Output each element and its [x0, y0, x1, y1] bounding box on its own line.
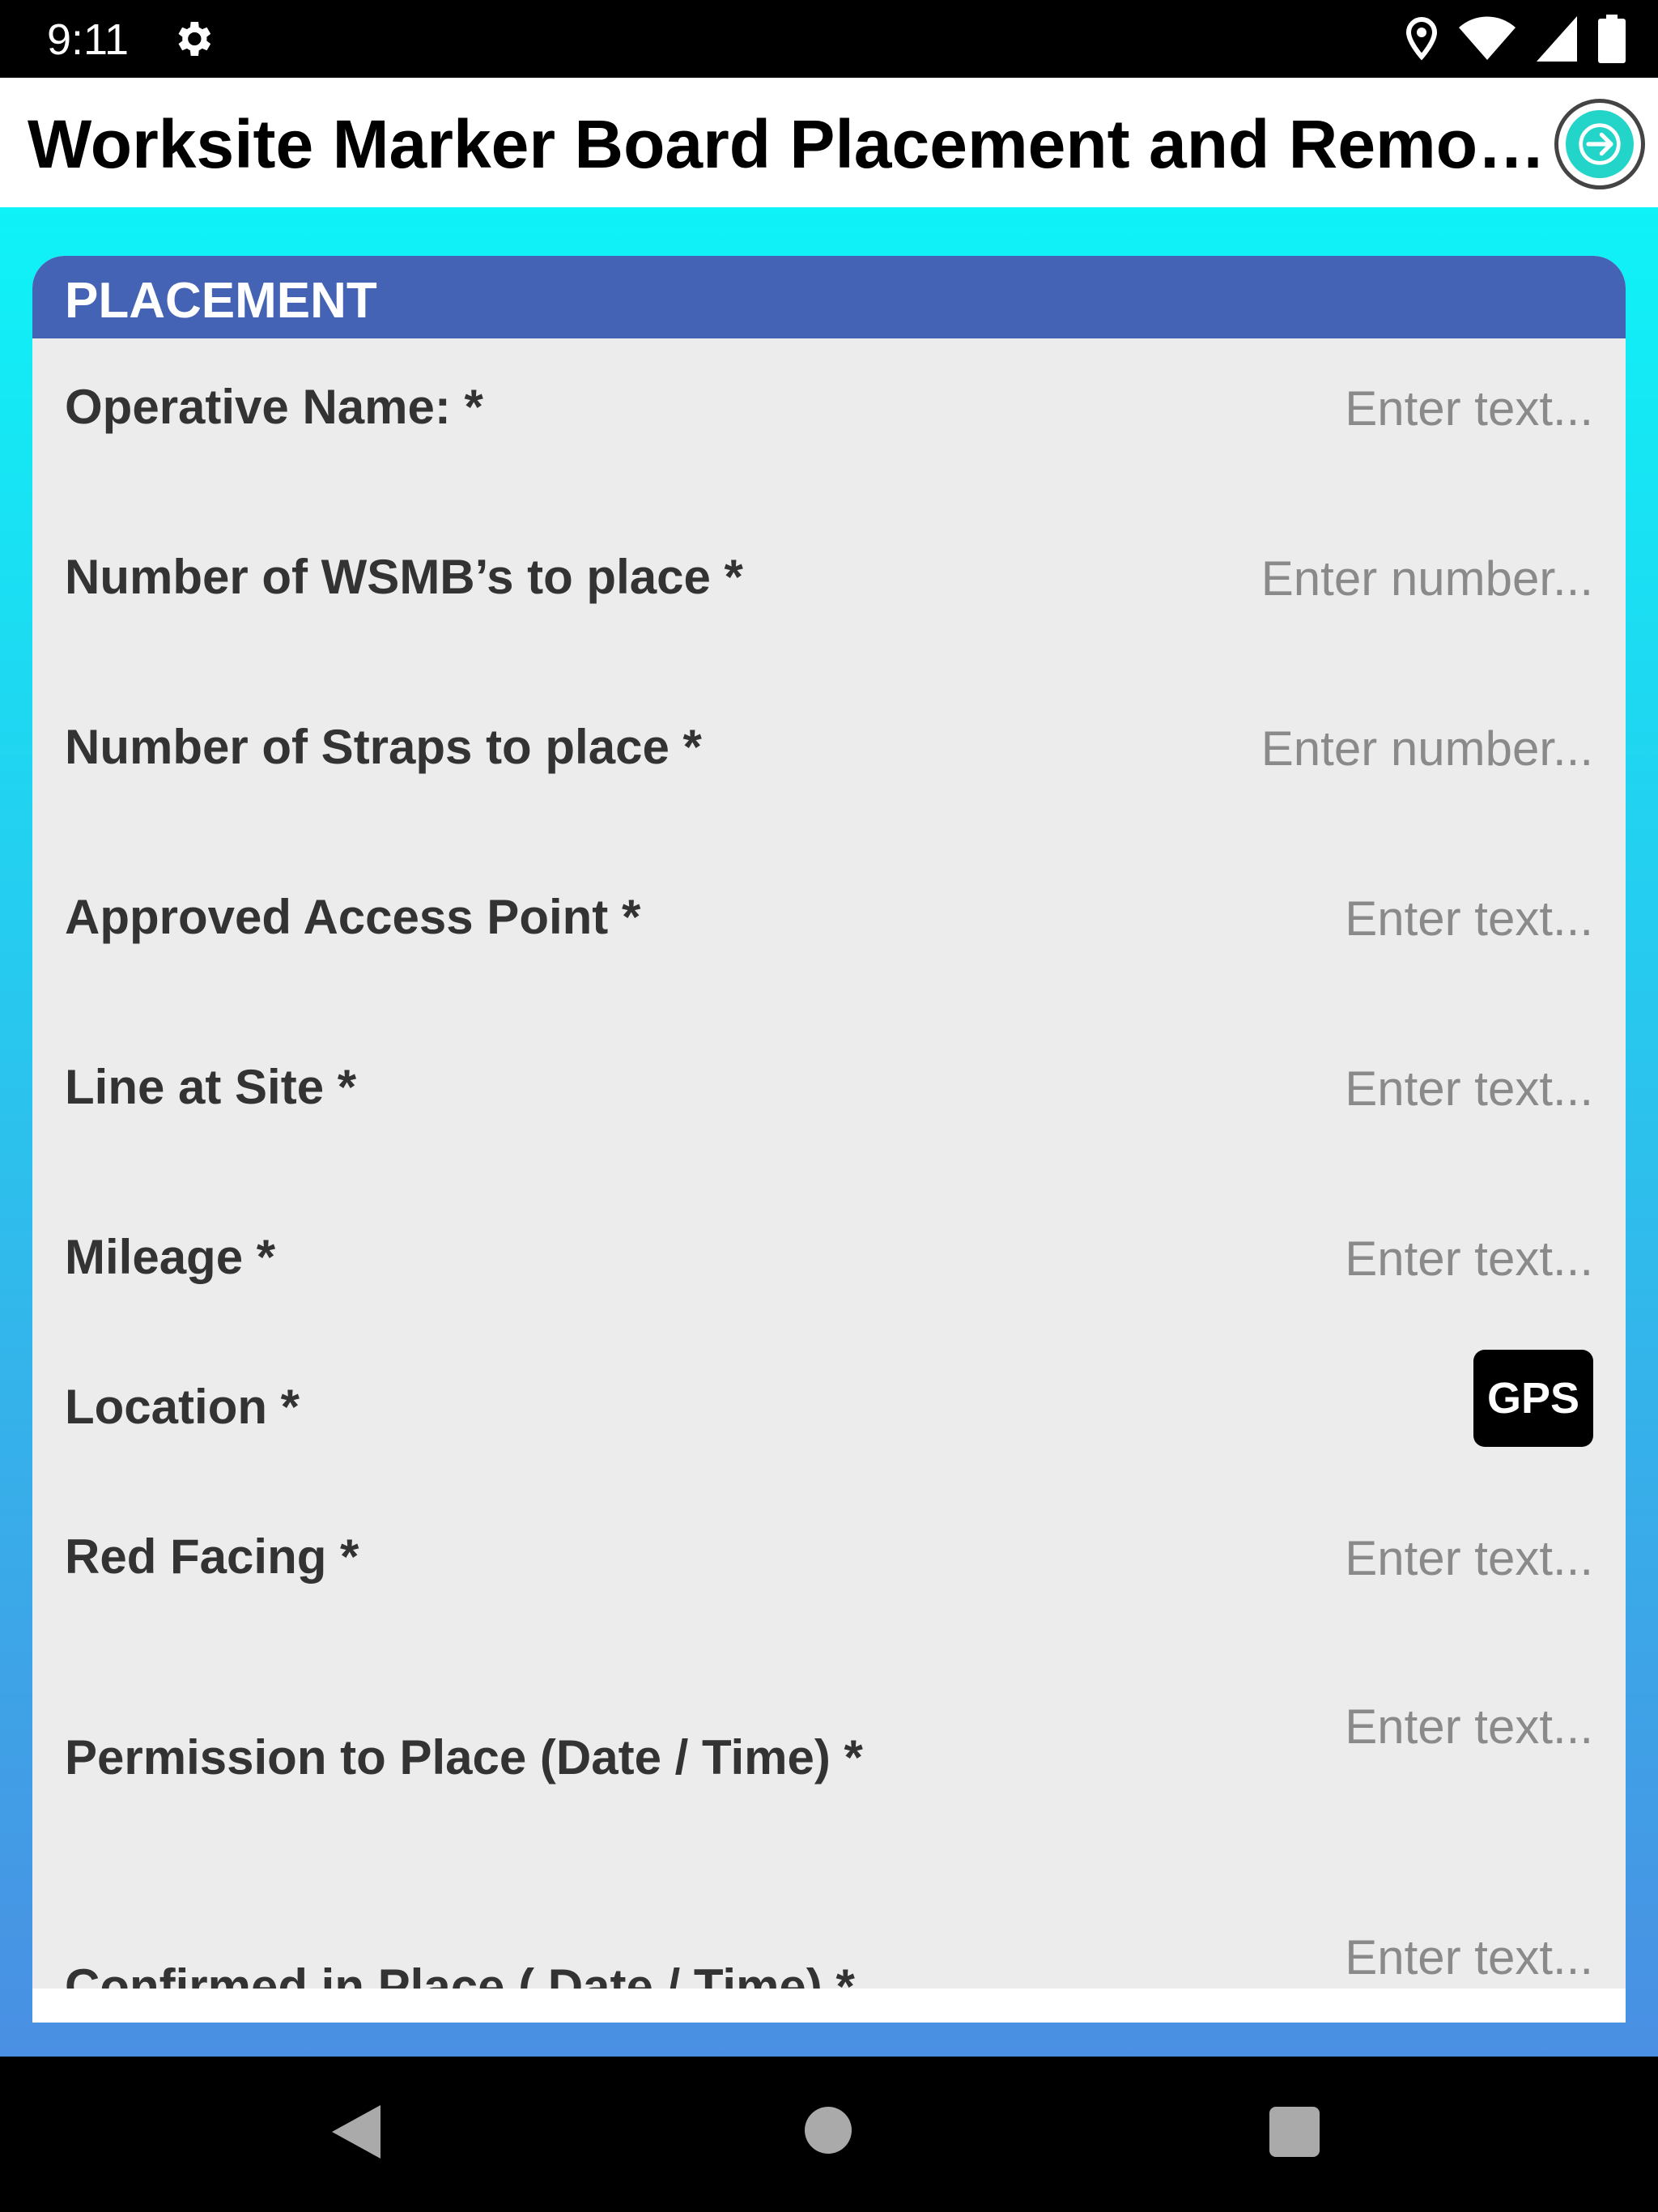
location-pin-icon: [1405, 16, 1438, 61]
title-bar: Worksite Marker Board Placement and Remo…: [0, 78, 1658, 207]
field-label: Confirmed in Place ( Date / Time) *: [65, 1959, 855, 1989]
home-icon[interactable]: [805, 2107, 852, 2154]
gear-icon: [178, 22, 211, 56]
arrow-right-circle-icon: [1566, 110, 1634, 178]
field-label: Mileage *: [65, 1230, 276, 1284]
field-label: Approved Access Point *: [65, 890, 641, 944]
straps-count-input[interactable]: [1010, 721, 1593, 776]
wsmb-count-input[interactable]: [1010, 551, 1593, 606]
field-label: Permission to Place (Date / Time) *: [65, 1730, 863, 1784]
field-label: Red Facing *: [65, 1529, 359, 1584]
wifi-icon: [1459, 16, 1516, 60]
recents-icon[interactable]: [1269, 2107, 1320, 2157]
battery-icon: [1598, 15, 1626, 63]
confirmed-in-place-input[interactable]: [1010, 1929, 1593, 1985]
section-header: PLACEMENT: [32, 256, 1626, 338]
operative-name-input[interactable]: [1010, 381, 1593, 436]
cell-signal-icon: [1537, 16, 1577, 62]
access-point-input[interactable]: [1010, 891, 1593, 946]
field-label: Number of WSMB’s to place *: [65, 550, 743, 604]
back-icon[interactable]: [332, 2105, 380, 2159]
content-area: PLACEMENT Operative Name: * Number of WS…: [0, 207, 1658, 2057]
gps-button[interactable]: GPS: [1473, 1350, 1593, 1447]
field-label: Number of Straps to place *: [65, 720, 702, 774]
line-at-site-input[interactable]: [1010, 1061, 1593, 1117]
field-label: Location *: [65, 1380, 300, 1434]
mileage-input[interactable]: [1010, 1231, 1593, 1287]
page-title: Worksite Marker Board Placement and Remo…: [28, 110, 1550, 178]
placement-card: PLACEMENT Operative Name: * Number of WS…: [32, 256, 1626, 2023]
next-button[interactable]: [1554, 99, 1645, 189]
permission-to-place-input[interactable]: [1010, 1699, 1593, 1755]
nav-bar: [0, 2057, 1658, 2212]
form-body[interactable]: Operative Name: * Number of WSMB’s to pl…: [32, 338, 1626, 1989]
section-title: PLACEMENT: [65, 273, 377, 329]
status-time: 9:11: [47, 15, 130, 64]
field-label: Line at Site *: [65, 1060, 357, 1114]
red-facing-input[interactable]: [1010, 1530, 1593, 1586]
status-bar: 9:11: [0, 0, 1658, 78]
field-label: Operative Name: *: [65, 380, 483, 434]
